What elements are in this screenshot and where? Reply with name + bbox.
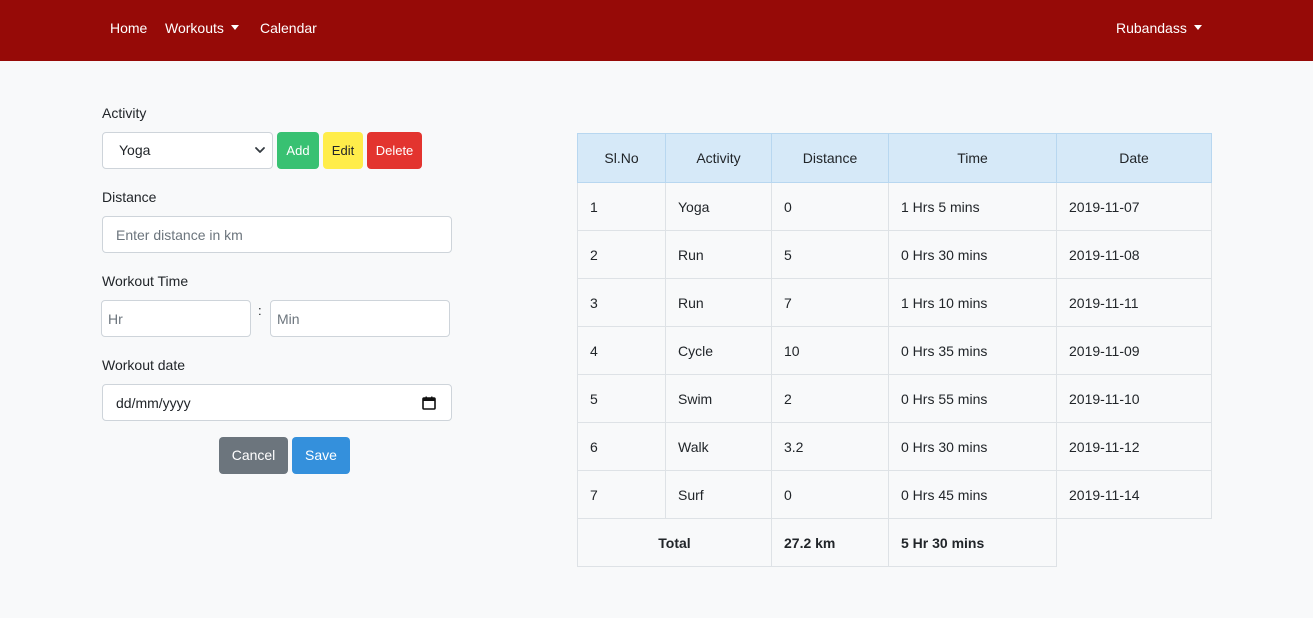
delete-activity-button[interactable]: Delete bbox=[367, 132, 422, 169]
cell-time: 1 Hrs 5 mins bbox=[888, 182, 1057, 231]
cell-distance: 0 bbox=[771, 182, 889, 231]
workout-date-label: Workout date bbox=[102, 357, 186, 373]
cell-activity: Yoga bbox=[665, 182, 772, 231]
table-row: 1 Yoga 0 1 Hrs 5 mins 2019-11-07 bbox=[577, 182, 1212, 231]
cell-distance: 2 bbox=[771, 374, 889, 423]
table-row: 5 Swim 2 0 Hrs 55 mins 2019-11-10 bbox=[577, 374, 1212, 423]
activity-select[interactable]: Yoga bbox=[102, 132, 273, 169]
activity-selected-value: Yoga bbox=[119, 142, 151, 158]
total-distance: 27.2 km bbox=[771, 518, 889, 567]
cell-activity: Surf bbox=[665, 470, 772, 519]
user-name: Rubandass bbox=[1116, 20, 1187, 36]
cell-slno: 2 bbox=[577, 230, 666, 279]
save-button[interactable]: Save bbox=[292, 437, 350, 474]
col-header-slno: Sl.No bbox=[577, 133, 666, 183]
distance-placeholder: Enter distance in km bbox=[116, 227, 243, 243]
table-row: 7 Surf 0 0 Hrs 45 mins 2019-11-14 bbox=[577, 470, 1212, 519]
table-row: 3 Run 7 1 Hrs 10 mins 2019-11-11 bbox=[577, 278, 1212, 327]
nav-calendar-link[interactable]: Calendar bbox=[260, 19, 317, 37]
cell-activity: Run bbox=[665, 230, 772, 279]
col-header-date: Date bbox=[1056, 133, 1212, 183]
cell-date: 2019-11-11 bbox=[1056, 278, 1212, 327]
workout-time-label: Workout Time bbox=[102, 273, 189, 289]
cell-distance: 3.2 bbox=[771, 422, 889, 471]
cell-activity: Cycle bbox=[665, 326, 772, 375]
cell-slno: 6 bbox=[577, 422, 666, 471]
activity-label: Activity bbox=[102, 105, 147, 121]
cell-slno: 5 bbox=[577, 374, 666, 423]
table-header-row: Sl.No Activity Distance Time Date bbox=[577, 133, 1212, 183]
workout-date-input[interactable]: dd/mm/yyyy bbox=[102, 384, 452, 421]
hours-input[interactable]: Hr bbox=[101, 300, 251, 337]
nav-workouts-label: Workouts bbox=[165, 20, 224, 36]
edit-activity-button[interactable]: Edit bbox=[323, 132, 363, 169]
col-header-distance: Distance bbox=[771, 133, 889, 183]
cell-activity: Walk bbox=[665, 422, 772, 471]
cell-date: 2019-11-07 bbox=[1056, 182, 1212, 231]
caret-down-icon bbox=[1193, 25, 1202, 30]
hours-placeholder: Hr bbox=[108, 311, 123, 327]
cell-slno: 1 bbox=[577, 182, 666, 231]
total-blank-cell bbox=[1057, 519, 1212, 567]
caret-down-icon bbox=[230, 25, 239, 30]
minutes-placeholder: Min bbox=[277, 311, 300, 327]
user-menu-dropdown[interactable]: Rubandass bbox=[1116, 19, 1202, 37]
minutes-input[interactable]: Min bbox=[270, 300, 450, 337]
chevron-down-icon bbox=[255, 147, 265, 153]
cell-slno: 3 bbox=[577, 278, 666, 327]
table-row: 2 Run 5 0 Hrs 30 mins 2019-11-08 bbox=[577, 230, 1212, 279]
cell-time: 0 Hrs 35 mins bbox=[888, 326, 1057, 375]
nav-workouts-dropdown[interactable]: Workouts bbox=[165, 19, 239, 37]
cell-activity: Swim bbox=[665, 374, 772, 423]
calendar-icon[interactable] bbox=[422, 396, 436, 410]
nav-home-link[interactable]: Home bbox=[110, 19, 147, 37]
date-placeholder: dd/mm/yyyy bbox=[116, 395, 191, 411]
top-navbar: Home Workouts Calendar Rubandass bbox=[0, 0, 1313, 61]
add-activity-button[interactable]: Add bbox=[277, 132, 319, 169]
cell-date: 2019-11-08 bbox=[1056, 230, 1212, 279]
cell-time: 1 Hrs 10 mins bbox=[888, 278, 1057, 327]
table-row: 6 Walk 3.2 0 Hrs 30 mins 2019-11-12 bbox=[577, 422, 1212, 471]
time-separator: : bbox=[258, 303, 262, 318]
cell-time: 0 Hrs 30 mins bbox=[888, 422, 1057, 471]
cell-date: 2019-11-10 bbox=[1056, 374, 1212, 423]
cell-time: 0 Hrs 45 mins bbox=[888, 470, 1057, 519]
cell-distance: 0 bbox=[771, 470, 889, 519]
cell-distance: 10 bbox=[771, 326, 889, 375]
col-header-activity: Activity bbox=[665, 133, 772, 183]
cell-date: 2019-11-12 bbox=[1056, 422, 1212, 471]
cell-distance: 7 bbox=[771, 278, 889, 327]
cell-date: 2019-11-14 bbox=[1056, 470, 1212, 519]
col-header-time: Time bbox=[888, 133, 1057, 183]
workouts-table: Sl.No Activity Distance Time Date 1 Yoga… bbox=[577, 133, 1212, 567]
distance-input[interactable]: Enter distance in km bbox=[102, 216, 452, 253]
total-label: Total bbox=[577, 518, 772, 567]
cancel-button[interactable]: Cancel bbox=[219, 437, 288, 474]
cell-slno: 7 bbox=[577, 470, 666, 519]
table-total-row: Total 27.2 km 5 Hr 30 mins bbox=[577, 518, 1212, 567]
distance-label: Distance bbox=[102, 189, 157, 205]
cell-time: 0 Hrs 55 mins bbox=[888, 374, 1057, 423]
cell-slno: 4 bbox=[577, 326, 666, 375]
cell-date: 2019-11-09 bbox=[1056, 326, 1212, 375]
cell-time: 0 Hrs 30 mins bbox=[888, 230, 1057, 279]
cell-activity: Run bbox=[665, 278, 772, 327]
table-row: 4 Cycle 10 0 Hrs 35 mins 2019-11-09 bbox=[577, 326, 1212, 375]
total-time: 5 Hr 30 mins bbox=[888, 518, 1057, 567]
cell-distance: 5 bbox=[771, 230, 889, 279]
